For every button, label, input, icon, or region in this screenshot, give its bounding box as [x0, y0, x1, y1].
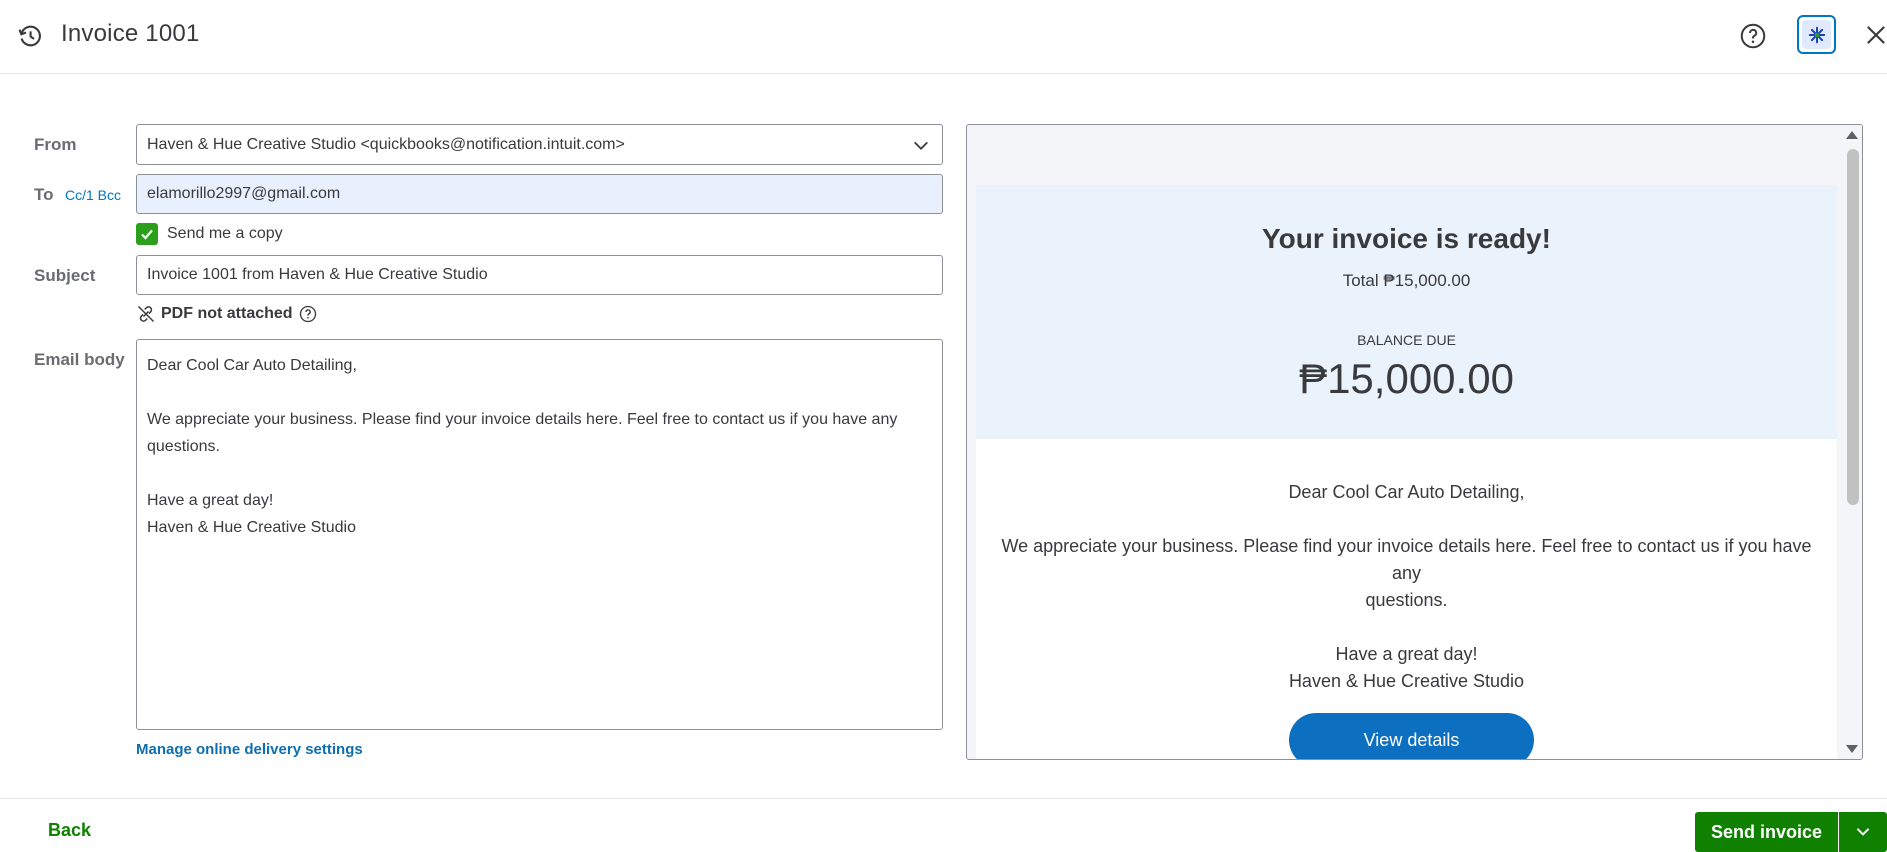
body-line2: questions. [147, 438, 220, 455]
preview-signature: Haven & Hue Creative Studio [1288, 671, 1525, 691]
pdf-help-icon[interactable] [298, 304, 318, 324]
to-field[interactable]: elamorillo2997@gmail.com [136, 174, 943, 214]
preview-scrollbar[interactable] [1844, 125, 1862, 759]
subject-label: Subject [34, 266, 96, 285]
preview-message: Dear Cool Car Auto Detailing, We appreci… [976, 439, 1837, 759]
to-value: elamorillo2997@gmail.com [147, 185, 341, 202]
balance-due-label: BALANCE DUE [1357, 332, 1456, 348]
preview-hero: Your invoice is ready! Total ₱15,000.00 … [976, 185, 1837, 439]
send-copy-label: Send me a copy [167, 225, 283, 242]
manage-delivery-link[interactable]: Manage online delivery settings [136, 741, 363, 758]
email-preview[interactable]: Your invoice is ready! Total ₱15,000.00 … [966, 124, 1863, 760]
chevron-down-icon [914, 141, 928, 150]
from-value: Haven & Hue Creative Studio <quickbooks@… [147, 135, 625, 153]
unlink-icon[interactable] [136, 304, 156, 324]
close-icon[interactable] [1862, 21, 1887, 49]
help-icon[interactable] [1738, 21, 1768, 51]
scroll-thumb[interactable] [1847, 149, 1859, 505]
from-select[interactable]: Haven & Hue Creative Studio <quickbooks@… [136, 124, 943, 165]
balance-due-value: ₱15,000.00 [1299, 355, 1514, 402]
back-button[interactable]: Back [48, 820, 91, 841]
send-options-dropdown[interactable] [1839, 812, 1887, 852]
send-copy-row: Send me a copy [136, 223, 283, 245]
history-icon[interactable] [16, 22, 44, 50]
preview-total: Total ₱15,000.00 [1342, 271, 1471, 290]
body-greeting: Dear Cool Car Auto Detailing, [147, 357, 357, 374]
chevron-down-icon [1856, 828, 1870, 836]
assistant-button[interactable] [1797, 15, 1836, 54]
preview-line2: questions. [1365, 590, 1448, 610]
footer: Back Send invoice [0, 798, 1887, 852]
assistant-icon [1802, 20, 1831, 49]
cc-bcc-link[interactable]: Cc/1 Bcc [65, 187, 121, 203]
subject-field[interactable]: Invoice 1001 from Haven & Hue Creative S… [136, 255, 943, 295]
scroll-up-arrow-icon[interactable] [1846, 131, 1858, 139]
pdf-status: PDF not attached [136, 304, 318, 324]
preview-heading: Your invoice is ready! [1262, 223, 1551, 254]
preview-closing: Have a great day! [1335, 644, 1478, 664]
body-signature: Haven & Hue Creative Studio [147, 519, 356, 536]
email-body-label: Email body [34, 350, 125, 369]
body-line1: We appreciate your business. Please find… [147, 411, 898, 428]
from-label: From [34, 135, 77, 154]
pdf-status-label: PDF not attached [161, 305, 293, 322]
send-invoice-button[interactable]: Send invoice [1695, 812, 1838, 852]
preview-line1: We appreciate your business. Please find… [1001, 536, 1812, 583]
header: Invoice 1001 [0, 0, 1887, 74]
checkmark-icon [141, 229, 153, 240]
scroll-down-arrow-icon[interactable] [1846, 745, 1858, 753]
preview-greeting: Dear Cool Car Auto Detailing, [1288, 482, 1525, 502]
email-body-textarea[interactable]: Dear Cool Car Auto Detailing, We appreci… [136, 339, 943, 730]
subject-value: Invoice 1001 from Haven & Hue Creative S… [147, 266, 488, 283]
send-copy-checkbox[interactable] [136, 223, 158, 245]
page-title: Invoice 1001 [61, 20, 200, 47]
view-details-button[interactable]: View details [1289, 713, 1534, 759]
to-label: To [34, 185, 54, 204]
body-closing: Have a great day! [147, 492, 274, 509]
